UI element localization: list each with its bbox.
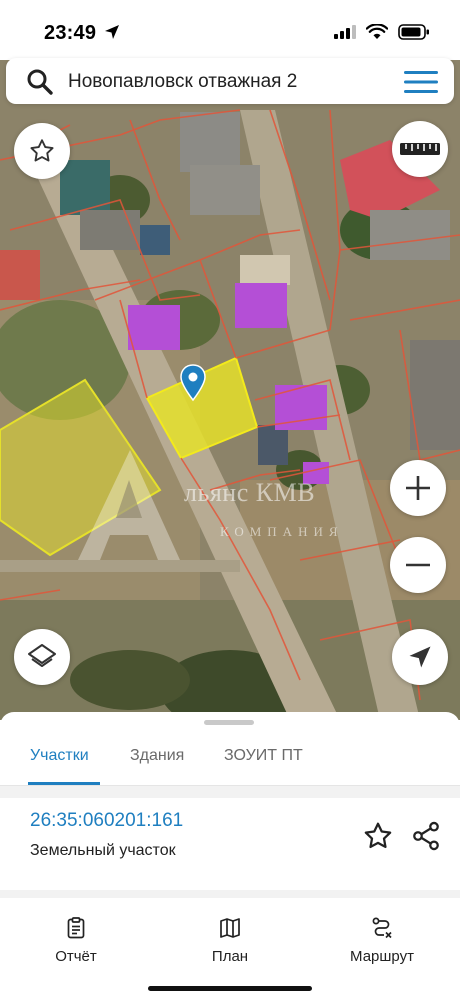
battery-icon <box>398 24 429 40</box>
my-location-button[interactable] <box>392 629 448 685</box>
search-icon[interactable] <box>26 68 54 96</box>
navigation-arrow-icon <box>409 646 431 668</box>
active-tab-indicator <box>28 782 100 785</box>
sheet-drag-handle[interactable] <box>204 720 254 725</box>
status-time: 23:49 <box>44 22 97 44</box>
wifi-icon <box>366 24 388 39</box>
map-icon <box>220 918 240 938</box>
status-icons <box>334 24 430 40</box>
satellite-map[interactable] <box>0 0 460 720</box>
layers-icon <box>28 644 56 667</box>
nav-route-label: Маршрут <box>350 948 414 965</box>
layers-button[interactable] <box>14 629 70 685</box>
parcel-type-label: Земельный участок <box>30 842 176 859</box>
tab-buildings[interactable]: Здания <box>130 736 184 776</box>
nav-plan-label: План <box>211 948 249 965</box>
star-outline-icon <box>30 139 54 162</box>
search-bar[interactable]: Новопавловск отважная 2 <box>6 58 454 104</box>
cadastral-number[interactable]: 26:35:060201:161 <box>30 810 183 832</box>
favorite-button[interactable] <box>14 123 70 179</box>
nav-report[interactable]: Отчёт <box>26 916 126 965</box>
home-indicator <box>148 986 312 991</box>
zoom-in-button[interactable] <box>390 460 446 516</box>
tab-bar: Участки Здания ЗОУИТ ПТ <box>0 730 460 786</box>
status-bar: 23:49 <box>0 0 460 60</box>
route-icon <box>372 917 392 939</box>
section-divider <box>0 786 460 798</box>
map-view[interactable]: льянс КМВ КОМПАНИЯ <box>0 0 460 720</box>
nav-route[interactable]: Маршрут <box>332 916 432 965</box>
bottom-navigation: Отчёт План Маршрут <box>0 900 460 1000</box>
tab-zouit[interactable]: ЗОУИТ ПТ <box>224 736 303 776</box>
tab-parcels[interactable]: Участки <box>30 736 89 776</box>
location-services-icon <box>105 25 119 39</box>
menu-icon[interactable] <box>404 70 438 94</box>
nav-report-label: Отчёт <box>55 948 97 965</box>
section-divider-2 <box>0 890 460 898</box>
share-icon[interactable] <box>410 820 442 852</box>
plus-icon <box>406 476 430 500</box>
zoom-out-button[interactable] <box>390 537 446 593</box>
bottom-sheet: Участки Здания ЗОУИТ ПТ 26:35:060201:161… <box>0 712 460 1000</box>
nav-plan[interactable]: План <box>180 916 280 965</box>
ruler-icon <box>400 143 440 155</box>
ruler-button[interactable] <box>392 121 448 177</box>
minus-icon <box>406 563 430 567</box>
favorite-parcel-icon[interactable] <box>362 820 394 852</box>
search-input[interactable]: Новопавловск отважная 2 <box>68 71 297 93</box>
clipboard-icon <box>67 917 85 939</box>
cellular-signal-icon <box>334 25 356 39</box>
